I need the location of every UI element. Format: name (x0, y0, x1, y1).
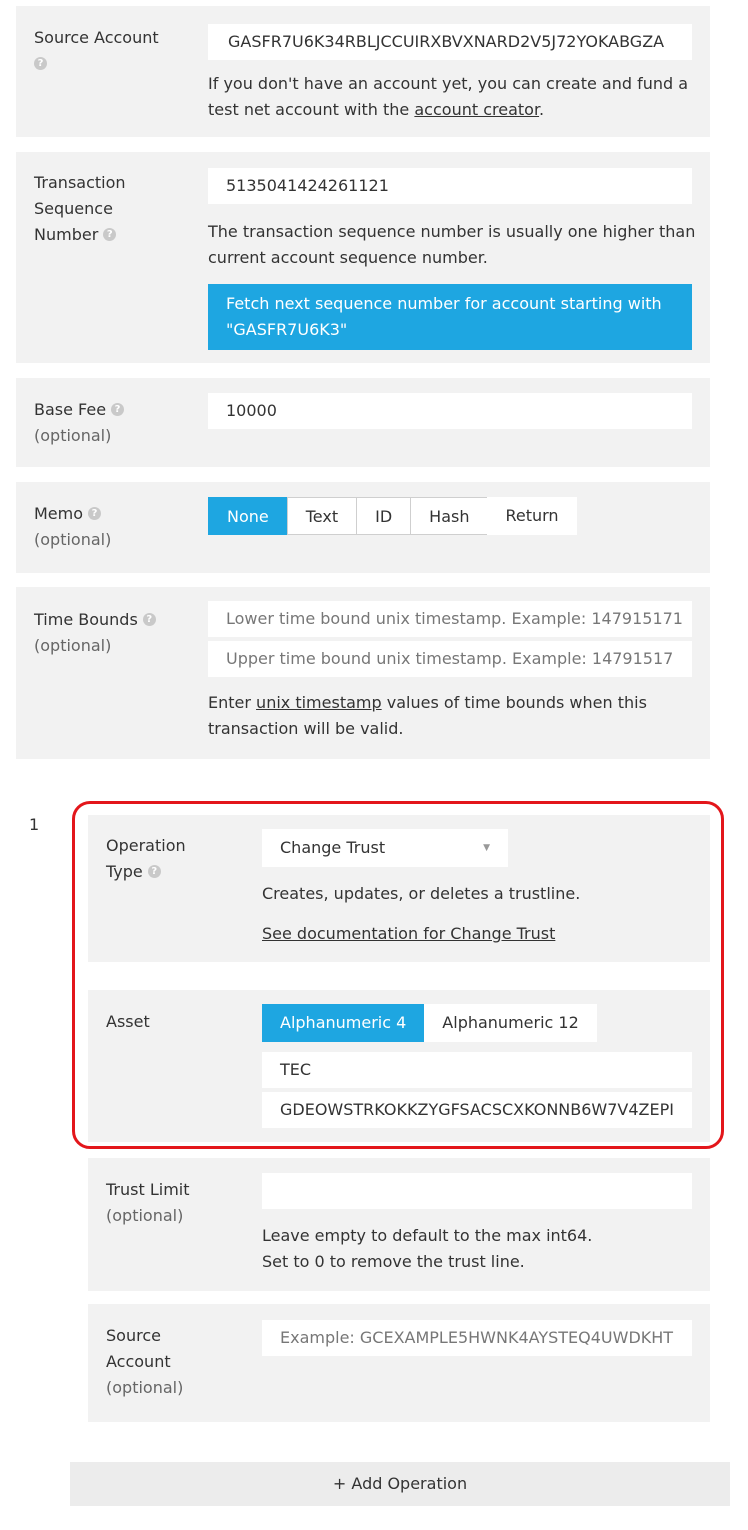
memo-option-hash[interactable]: Hash (410, 497, 489, 535)
trust-limit-input[interactable] (262, 1173, 692, 1209)
trust-limit-note: Leave empty to default to the max int64.… (262, 1223, 592, 1275)
memo-label: Memo (34, 504, 84, 523)
operation-source-label-1: Source (106, 1326, 161, 1345)
operation-type-label-1: Operation (106, 836, 186, 855)
trust-limit-panel: Trust Limit (optional) Leave empty to de… (88, 1158, 710, 1291)
sequence-label-2: Sequence (34, 199, 113, 218)
source-account-note-end: . (539, 100, 545, 119)
question-icon[interactable]: ? (111, 403, 125, 416)
asset-option-alphanumeric-12[interactable]: Alphanumeric 12 (424, 1004, 597, 1042)
operation-type-label-wrap: Operation Type? (106, 833, 186, 885)
base-fee-panel: Base Fee? (optional) 10000 (16, 378, 710, 467)
time-bounds-note-start: Enter (208, 693, 251, 712)
operation-index: 1 (29, 815, 40, 834)
memo-option-none[interactable]: None (208, 497, 288, 535)
fetch-sequence-button[interactable]: Fetch next sequence number for account s… (208, 284, 692, 350)
add-operation-button[interactable]: + Add Operation (70, 1462, 730, 1506)
change-trust-doc-link-wrap: See documentation for Change Trust (262, 921, 555, 947)
asset-code-input[interactable]: TEC (262, 1052, 692, 1088)
source-account-label: Source Account (34, 28, 159, 47)
operation-source-label-wrap: Source Account (optional) (106, 1323, 183, 1401)
time-bounds-optional: (optional) (34, 636, 112, 655)
sequence-label-wrap: Transaction Sequence Number? (34, 170, 126, 248)
trust-limit-note-2: Set to 0 to remove the trust line. (262, 1252, 525, 1271)
trust-limit-label: Trust Limit (106, 1180, 190, 1199)
asset-type-selector: Alphanumeric 4 Alphanumeric 12 (262, 1004, 597, 1042)
memo-panel: Memo? (optional) None Text ID Hash Retur… (16, 482, 710, 573)
time-bounds-label: Time Bounds (34, 610, 138, 629)
asset-panel: Asset Alphanumeric 4 Alphanumeric 12 TEC… (88, 990, 710, 1142)
operation-source-label-2: Account (106, 1352, 171, 1371)
operation-type-label-2: Type (106, 862, 143, 881)
operation-type-select[interactable]: Change Trust ▼ (262, 829, 508, 867)
time-bounds-panel: Time Bounds? (optional) Lower time bound… (16, 587, 710, 759)
upper-time-bound-input[interactable]: Upper time bound unix timestamp. Example… (208, 641, 692, 677)
operation-source-input[interactable]: Example: GCEXAMPLE5HWNK4AYSTEQ4UWDKHT (262, 1320, 692, 1356)
question-icon[interactable]: ? (34, 57, 47, 70)
operation-type-panel: Operation Type? Change Trust ▼ Creates, … (88, 815, 710, 962)
operation-type-value: Change Trust (280, 838, 386, 857)
sequence-input[interactable]: 5135041424261121 (208, 168, 692, 204)
asset-option-alphanumeric-4[interactable]: Alphanumeric 4 (262, 1004, 425, 1042)
account-creator-link[interactable]: account creator (414, 100, 539, 119)
memo-type-selector: None Text ID Hash Return (208, 497, 577, 535)
change-trust-doc-link[interactable]: See documentation for Change Trust (262, 924, 555, 943)
sequence-label-1: Transaction (34, 173, 126, 192)
memo-option-id[interactable]: ID (356, 497, 412, 535)
asset-label: Asset (106, 1012, 150, 1031)
question-icon[interactable]: ? (147, 865, 161, 878)
operation-type-description: Creates, updates, or deletes a trustline… (262, 884, 581, 903)
question-icon[interactable]: ? (142, 613, 156, 626)
operation-source-optional: (optional) (106, 1378, 184, 1397)
base-fee-input[interactable]: 10000 (208, 393, 692, 429)
source-account-input[interactable]: GASFR7U6K34RBLJCCUIRXBVXNARD2V5J72YOKABG… (208, 24, 692, 60)
memo-option-text[interactable]: Text (286, 497, 358, 535)
sequence-note: The transaction sequence number is usual… (208, 222, 696, 267)
source-account-note: If you don't have an account yet, you ca… (208, 71, 698, 123)
trust-limit-note-1: Leave empty to default to the max int64. (262, 1226, 593, 1245)
unix-timestamp-link[interactable]: unix timestamp (256, 693, 382, 712)
memo-option-return[interactable]: Return (487, 497, 577, 535)
question-icon[interactable]: ? (103, 228, 117, 241)
source-account-panel: Source Account ? GASFR7U6K34RBLJCCUIRXBV… (16, 6, 710, 137)
trust-limit-optional: (optional) (106, 1206, 184, 1225)
base-fee-optional: (optional) (34, 426, 112, 445)
asset-issuer-input[interactable]: GDEOWSTRKOKKZYGFSACSCXKONNB6W7V4ZEPI (262, 1092, 692, 1128)
chevron-down-icon: ▼ (483, 843, 490, 853)
sequence-label-3: Number (34, 225, 99, 244)
sequence-panel: Transaction Sequence Number? 51350414242… (16, 152, 710, 363)
time-bounds-note: Enter unix timestamp values of time boun… (208, 690, 698, 742)
question-icon[interactable]: ? (88, 507, 102, 520)
base-fee-label: Base Fee (34, 400, 107, 419)
source-account-label-wrap: Source Account ? (34, 25, 159, 77)
lower-time-bound-input[interactable]: Lower time bound unix timestamp. Example… (208, 601, 692, 637)
time-bounds-label-wrap: Time Bounds? (optional) (34, 607, 156, 659)
base-fee-label-wrap: Base Fee? (optional) (34, 397, 125, 449)
trust-limit-label-wrap: Trust Limit (optional) (106, 1177, 190, 1229)
memo-label-wrap: Memo? (optional) (34, 501, 111, 553)
memo-optional: (optional) (34, 530, 112, 549)
operation-source-panel: Source Account (optional) Example: GCEXA… (88, 1304, 710, 1422)
